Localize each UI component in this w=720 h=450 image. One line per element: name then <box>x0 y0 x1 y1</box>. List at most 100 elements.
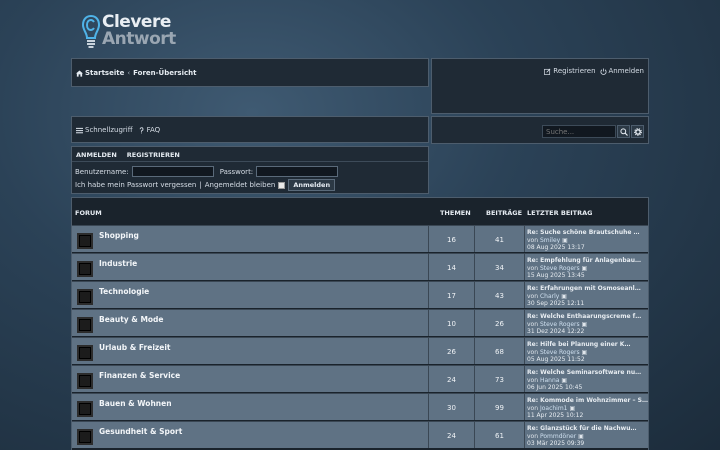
faq-label: FAQ <box>146 126 161 134</box>
username-field[interactable] <box>131 166 214 177</box>
forum-read-icon <box>77 429 93 445</box>
by-label: von <box>527 320 539 328</box>
last-post-author-link[interactable]: Pommdöner <box>540 433 576 440</box>
topics-count: 10 <box>429 310 475 336</box>
topics-count: 26 <box>429 338 475 364</box>
header-posts: BEITRÄGE <box>486 209 523 217</box>
forum-row[interactable]: Finanzen & Service 24 73 Re: Welche Semi… <box>72 365 648 392</box>
login-divider <box>72 161 428 162</box>
posts-count: 61 <box>475 422 525 448</box>
last-post-title-link[interactable]: Re: Welche Seminarsoftware nu… <box>527 369 650 377</box>
view-post-icon[interactable]: ▣ <box>561 377 567 384</box>
forum-row[interactable]: Gesundheit & Sport 24 61 Re: Glanzstück … <box>72 421 648 448</box>
last-post-title-link[interactable]: Re: Suche schöne Brautschuhe … <box>527 229 650 237</box>
forum-read-icon <box>77 345 93 361</box>
forum-read-icon <box>77 289 93 305</box>
posts-count: 43 <box>475 282 525 308</box>
last-post-author-link[interactable]: Steve Rogers <box>540 321 580 328</box>
forgot-password-link[interactable]: Ich habe mein Passwort vergessen <box>75 181 196 189</box>
forum-row[interactable]: Urlaub & Freizeit 26 68 Re: Hilfe bei Pl… <box>72 337 648 364</box>
last-post-date: 08 Aug 2025 13:17 <box>527 244 585 251</box>
login-panel: ANMELDEN REGISTRIEREN Benutzername: Pass… <box>71 146 429 194</box>
forum-title-link[interactable]: Beauty & Mode <box>99 315 164 324</box>
view-post-icon[interactable]: ▣ <box>569 405 575 412</box>
by-label: von <box>527 292 539 300</box>
forum-index-link[interactable]: Foren-Übersicht <box>133 69 196 77</box>
topics-count: 30 <box>429 394 475 420</box>
view-post-icon[interactable]: ▣ <box>562 237 568 244</box>
posts-count: 99 <box>475 394 525 420</box>
last-post: Re: Welche Seminarsoftware nu… von Hanna … <box>525 366 650 392</box>
forum-title-link[interactable]: Bauen & Wohnen <box>99 399 172 408</box>
last-post-author-link[interactable]: Steve Rogers <box>540 349 580 356</box>
login-label: Anmelden <box>608 67 644 75</box>
forum-title-link[interactable]: Gesundheit & Sport <box>99 427 182 436</box>
forum-row[interactable]: Technologie 17 43 Re: Erfahrungen mit Os… <box>72 281 648 308</box>
posts-count: 34 <box>475 254 525 280</box>
last-post-author-link[interactable]: Joachim1 <box>540 405 568 412</box>
forum-row[interactable]: Industrie 14 34 Re: Empfehlung für Anlag… <box>72 253 648 280</box>
last-post-author-link[interactable]: Charly <box>540 293 559 300</box>
view-post-icon[interactable]: ▣ <box>582 321 588 328</box>
tab-register[interactable]: REGISTRIEREN <box>127 151 180 159</box>
topics-count: 16 <box>429 226 475 252</box>
last-post-title-link[interactable]: Re: Kommode im Wohnzimmer – S… <box>527 397 650 405</box>
last-post-author-link[interactable]: Hanna <box>540 377 559 384</box>
last-post-title-link[interactable]: Re: Empfehlung für Anlagenbau… <box>527 257 650 265</box>
posts-count: 68 <box>475 338 525 364</box>
last-post-title-link[interactable]: Re: Welche Enthaarungscreme f… <box>527 313 650 321</box>
quicklink-menu[interactable]: Schnellzugriff <box>76 126 133 134</box>
header-last-post: LETZTER BEITRAG <box>527 209 593 217</box>
forum-row[interactable]: Bauen & Wohnen 30 99 Re: Kommode im Wohn… <box>72 393 648 420</box>
faq-link[interactable]: FAQ <box>138 126 161 134</box>
forum-title-link[interactable]: Urlaub & Freizeit <box>99 343 171 352</box>
topics-count: 14 <box>429 254 475 280</box>
home-icon <box>76 69 83 77</box>
question-icon <box>139 126 143 133</box>
forum-title-link[interactable]: Industrie <box>99 259 137 268</box>
last-post-author-link[interactable]: Steve Rogers <box>540 265 580 272</box>
view-post-icon[interactable]: ▣ <box>561 293 567 300</box>
password-field[interactable] <box>256 166 339 177</box>
forum-read-icon <box>77 233 93 249</box>
register-link[interactable]: Registrieren <box>544 67 596 75</box>
power-icon <box>600 67 607 75</box>
last-post-date: 05 Aug 2025 11:52 <box>527 356 585 363</box>
site-logo[interactable]: Clevere Antwort <box>82 13 182 53</box>
register-label: Registrieren <box>553 67 596 75</box>
search-button[interactable] <box>617 125 630 138</box>
by-label: von <box>527 348 539 356</box>
topics-count: 24 <box>429 366 475 392</box>
tab-login[interactable]: ANMELDEN <box>76 151 117 159</box>
breadcrumb-separator: ‹ <box>127 69 131 77</box>
forum-row[interactable]: Beauty & Mode 10 26 Re: Welche Enthaarun… <box>72 309 648 336</box>
forum-title-link[interactable]: Shopping <box>99 231 139 240</box>
home-link[interactable]: Startseite <box>76 69 124 77</box>
forum-row[interactable]: Shopping 16 41 Re: Suche schöne Brautsch… <box>72 225 648 252</box>
header-forum: FORUM <box>75 209 102 217</box>
forum-read-icon <box>77 317 93 333</box>
view-post-icon[interactable]: ▣ <box>578 433 584 440</box>
login-submit-button[interactable]: Anmelden <box>288 179 336 191</box>
login-link[interactable]: Anmelden <box>600 67 644 75</box>
forum-title-link[interactable]: Technologie <box>99 287 149 296</box>
search-input[interactable] <box>542 125 616 138</box>
posts-count: 26 <box>475 310 525 336</box>
by-label: von <box>527 432 539 440</box>
last-post-title-link[interactable]: Re: Erfahrungen mit Osmoseanl… <box>527 285 650 293</box>
last-post-date: 06 Jun 2025 10:45 <box>527 384 583 391</box>
last-post-title-link[interactable]: Re: Glanzstück für die Nachwu… <box>527 425 650 433</box>
view-post-icon[interactable]: ▣ <box>582 265 588 272</box>
advanced-search-button[interactable] <box>631 125 644 138</box>
gear-icon <box>633 127 642 136</box>
forum-title-link[interactable]: Finanzen & Service <box>99 371 180 380</box>
header-topics: THEMEN <box>440 209 471 217</box>
last-post-title-link[interactable]: Re: Hilfe bei Planung einer K… <box>527 341 650 349</box>
user-links-panel: Registrieren Anmelden <box>431 58 649 114</box>
forum-header: FORUM THEMEN BEITRÄGE LETZTER BEITRAG <box>72 198 648 225</box>
posts-count: 73 <box>475 366 525 392</box>
view-post-icon[interactable]: ▣ <box>582 349 588 356</box>
user-links: Registrieren Anmelden <box>544 67 644 75</box>
last-post-author-link[interactable]: Smiley <box>540 237 560 244</box>
remember-me-checkbox[interactable] <box>278 181 286 189</box>
